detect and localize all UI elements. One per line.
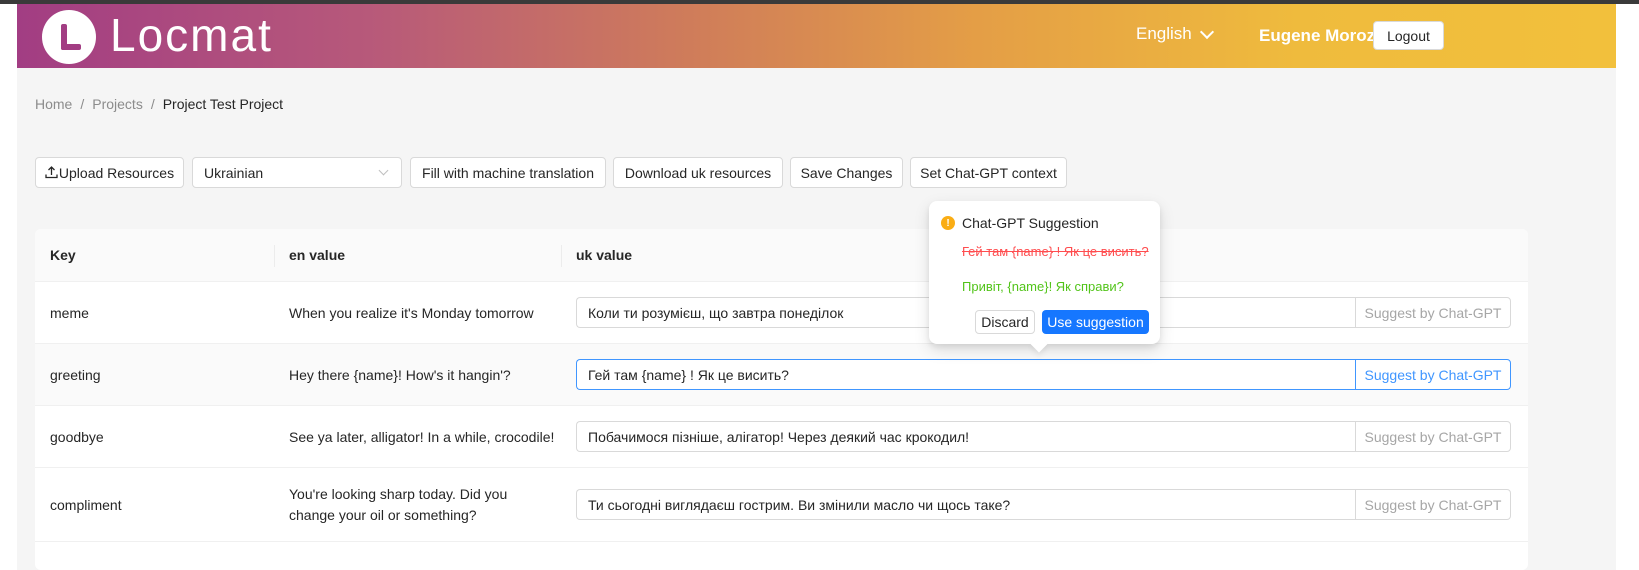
en-value-cell: When you realize it's Monday tomorrow — [289, 305, 534, 321]
uk-value-group: Ти сьогодні виглядаєш гострим. Ви змінил… — [576, 489, 1511, 520]
exclamation-icon: ! — [941, 216, 955, 230]
breadcrumb-home[interactable]: Home — [35, 96, 72, 112]
save-changes-button[interactable]: Save Changes — [790, 157, 903, 188]
uk-value-input[interactable]: Побачимося пізніше, алігатор! Через деяк… — [576, 421, 1355, 452]
en-value-cell: Hey there {name}! How's it hangin'? — [289, 367, 511, 383]
upload-resources-button[interactable]: Upload Resources — [35, 157, 184, 188]
key-cell: goodbye — [50, 429, 104, 445]
table-row: compliment You're looking sharp today. D… — [35, 468, 1528, 542]
uk-value-group: Побачимося пізніше, алігатор! Через деяк… — [576, 421, 1511, 452]
suggest-button[interactable]: Suggest by Chat-GPT — [1355, 421, 1511, 452]
set-context-button[interactable]: Set Chat-GPT context — [910, 157, 1067, 188]
table-row: meme When you realize it's Monday tomorr… — [35, 282, 1528, 344]
key-cell: greeting — [50, 367, 101, 383]
chatgpt-suggestion-popover: ! Chat-GPT Suggestion Гей там {name} ! Я… — [929, 201, 1160, 353]
table-row: goodbye See ya later, alligator! In a wh… — [35, 406, 1528, 468]
popover-title: Chat-GPT Suggestion — [962, 215, 1099, 231]
discard-button[interactable]: Discard — [975, 310, 1035, 334]
chevron-down-icon — [1199, 24, 1214, 39]
download-resources-button[interactable]: Download uk resources — [613, 157, 783, 188]
key-cell: meme — [50, 305, 89, 321]
logo-text[interactable]: Locmat — [110, 8, 273, 62]
table-row: greeting Hey there {name}! How's it hang… — [35, 344, 1528, 406]
uk-value-input[interactable]: Ти сьогодні виглядаєш гострим. Ви змінил… — [576, 489, 1355, 520]
app-header: Locmat English Eugene Moroz Logout — [17, 4, 1616, 68]
language-select-value: Ukrainian — [204, 164, 264, 181]
upload-resources-label: Upload Resources — [58, 164, 175, 181]
column-header-uk: uk value — [576, 247, 633, 263]
language-select[interactable]: Ukrainian — [192, 157, 402, 188]
user-name: Eugene Moroz — [1259, 26, 1376, 45]
old-translation-text: Гей там {name} ! Як це висить? — [962, 244, 1149, 259]
logo-icon[interactable] — [42, 10, 96, 64]
column-header-key: Key — [50, 247, 76, 263]
upload-icon — [45, 166, 58, 179]
en-value-line: change your oil or something? — [289, 507, 477, 523]
translations-table: Key en value uk value meme When you real… — [35, 229, 1528, 570]
new-translation-text: Привіт, {name}! Як справи? — [962, 279, 1124, 294]
breadcrumb-separator: / — [150, 96, 155, 112]
fill-machine-translation-button[interactable]: Fill with machine translation — [410, 157, 606, 188]
breadcrumb: Home / Projects / Project Test Project — [35, 96, 283, 112]
en-value-cell: See ya later, alligator! In a while, cro… — [289, 429, 555, 445]
language-label: English — [1136, 24, 1192, 43]
logout-button[interactable]: Logout — [1373, 21, 1444, 50]
key-cell: compliment — [50, 497, 122, 513]
column-header-en: en value — [289, 247, 346, 263]
breadcrumb-current: Project Test Project — [162, 96, 284, 112]
language-dropdown[interactable]: English — [1136, 24, 1214, 44]
suggest-button[interactable]: Suggest by Chat-GPT — [1355, 489, 1511, 520]
breadcrumb-separator: / — [80, 96, 85, 112]
use-suggestion-button[interactable]: Use suggestion — [1042, 310, 1149, 334]
table-header: Key en value uk value — [35, 229, 1528, 282]
suggest-button[interactable]: Suggest by Chat-GPT — [1355, 359, 1511, 390]
en-value-line: You're looking sharp today. Did you — [289, 486, 508, 502]
uk-value-group: Гей там {name} ! Як це висить? Suggest b… — [576, 359, 1511, 390]
uk-value-input[interactable]: Гей там {name} ! Як це висить? — [576, 359, 1355, 390]
breadcrumb-projects[interactable]: Projects — [92, 96, 143, 112]
suggest-button[interactable]: Suggest by Chat-GPT — [1355, 297, 1511, 328]
page: Locmat English Eugene Moroz Logout Home … — [17, 4, 1616, 570]
chevron-down-icon — [378, 165, 389, 176]
